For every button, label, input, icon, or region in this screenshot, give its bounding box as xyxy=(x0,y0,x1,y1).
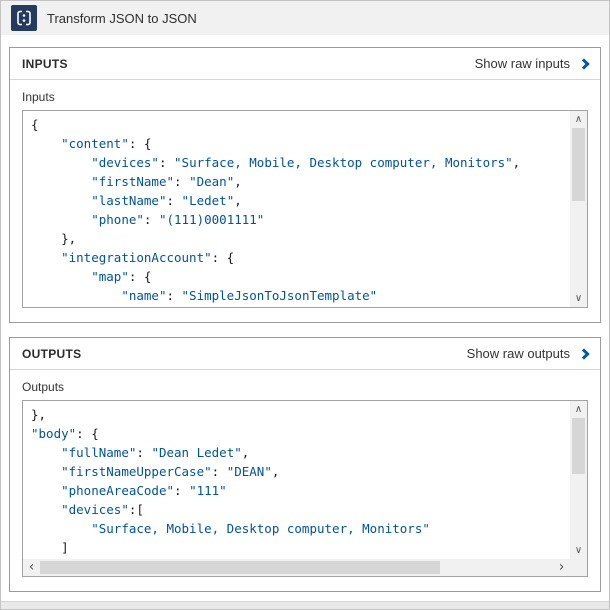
scroll-up-icon[interactable]: ∧ xyxy=(570,111,587,128)
chevron-right-icon xyxy=(578,58,589,69)
show-raw-outputs-link[interactable]: Show raw outputs xyxy=(467,346,588,361)
outputs-vscroll-thumb[interactable] xyxy=(572,418,585,474)
scroll-up-icon[interactable]: ∧ xyxy=(570,401,587,418)
action-title: Transform JSON to JSON xyxy=(47,11,197,26)
outputs-panel: OUTPUTS Show raw outputs Outputs },"body… xyxy=(9,337,601,592)
page-bottom-strip xyxy=(1,601,609,609)
scroll-right-icon[interactable]: › xyxy=(553,559,570,576)
scroll-down-icon[interactable]: ∨ xyxy=(570,542,587,559)
action-header: Transform JSON to JSON xyxy=(1,1,609,35)
inputs-panel: INPUTS Show raw inputs Inputs { "content… xyxy=(9,47,601,323)
inputs-vscroll-track[interactable] xyxy=(570,128,587,290)
scrollbar-corner xyxy=(570,559,587,576)
outputs-panel-header: OUTPUTS Show raw outputs xyxy=(10,338,600,370)
inputs-code-box: { "content": { "devices": "Surface, Mobi… xyxy=(22,110,588,308)
show-raw-inputs-label: Show raw inputs xyxy=(475,56,570,71)
outputs-horizontal-scrollbar[interactable]: ‹ › xyxy=(23,559,587,576)
scroll-down-icon[interactable]: ∨ xyxy=(570,290,587,307)
outputs-code: },"body": { "fullName": "Dean Ledet", "f… xyxy=(23,401,570,559)
outputs-panel-title: OUTPUTS xyxy=(22,347,81,361)
inputs-label: Inputs xyxy=(22,90,588,104)
outputs-label: Outputs xyxy=(22,380,588,394)
show-raw-inputs-link[interactable]: Show raw inputs xyxy=(475,56,588,71)
inputs-code: { "content": { "devices": "Surface, Mobi… xyxy=(23,111,570,307)
scroll-left-icon[interactable]: ‹ xyxy=(23,559,40,576)
inputs-vscroll-thumb[interactable] xyxy=(572,128,585,201)
outputs-panel-body: Outputs },"body": { "fullName": "Dean Le… xyxy=(10,370,600,591)
inputs-panel-body: Inputs { "content": { "devices": "Surfac… xyxy=(10,80,600,322)
outputs-hscroll-thumb[interactable] xyxy=(40,561,440,574)
show-raw-outputs-label: Show raw outputs xyxy=(467,346,570,361)
outputs-vscroll-track[interactable] xyxy=(570,418,587,542)
outputs-code-box: },"body": { "fullName": "Dean Ledet", "f… xyxy=(22,400,588,577)
inputs-vertical-scrollbar[interactable]: ∧ ∨ xyxy=(570,111,587,307)
outputs-vertical-scrollbar[interactable]: ∧ ∨ xyxy=(570,401,587,559)
inputs-panel-header: INPUTS Show raw inputs xyxy=(10,48,600,80)
outputs-hscroll-track[interactable] xyxy=(40,559,553,576)
inputs-panel-title: INPUTS xyxy=(22,57,68,71)
transform-json-icon xyxy=(11,5,37,31)
chevron-right-icon xyxy=(578,348,589,359)
